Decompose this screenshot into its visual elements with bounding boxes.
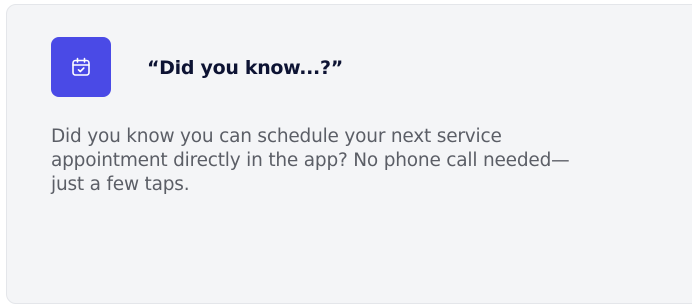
icon-badge [51, 37, 111, 97]
tip-card: “Did you know...?” Did you know you can … [6, 4, 692, 304]
calendar-check-icon [72, 57, 90, 76]
tip-title: “Did you know...?” [147, 57, 343, 79]
tip-body: Did you know you can schedule your next … [51, 126, 570, 195]
